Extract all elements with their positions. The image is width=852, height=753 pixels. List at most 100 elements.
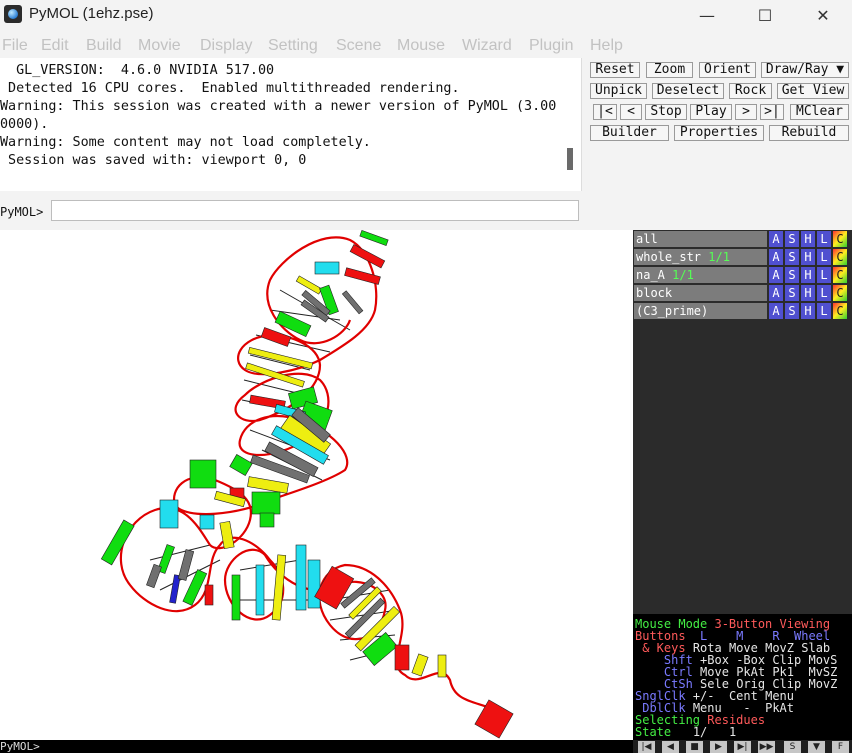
object-row-na-a[interactable]: na_A 1/1 A S H L C: [634, 267, 852, 283]
prev-frame-button[interactable]: <: [620, 104, 642, 120]
maximize-button[interactable]: ☐: [736, 0, 794, 30]
pymol-app-icon: [4, 5, 22, 23]
menu-display[interactable]: Display: [200, 37, 252, 55]
menu-scene[interactable]: Scene: [336, 37, 381, 55]
unpick-button[interactable]: Unpick: [590, 83, 647, 99]
label-button[interactable]: L: [816, 231, 831, 247]
action-button[interactable]: A: [768, 267, 783, 283]
rebuild-button[interactable]: Rebuild: [769, 125, 849, 141]
mouse-mode-panel[interactable]: Mouse Mode 3-Button Viewing Buttons L M …: [633, 614, 852, 740]
action-button[interactable]: A: [768, 231, 783, 247]
bottom-prompt-label: PyMOL>: [0, 740, 40, 753]
fast-forward-button[interactable]: ▶▶: [758, 741, 775, 753]
command-prompt-label: PyMOL>: [0, 205, 44, 219]
hide-button[interactable]: H: [800, 267, 815, 283]
first-frame-button[interactable]: |<: [593, 104, 617, 120]
object-name[interactable]: block: [634, 285, 767, 301]
properties-button[interactable]: Properties: [674, 125, 764, 141]
orient-button[interactable]: Orient: [699, 62, 756, 78]
bottom-command-bar[interactable]: [0, 740, 633, 753]
molecule-viewport[interactable]: [0, 230, 633, 740]
binding: PkAt: [765, 701, 795, 715]
sequence-button[interactable]: S: [784, 741, 801, 753]
object-name[interactable]: na_A 1/1: [634, 267, 767, 283]
command-input[interactable]: [51, 200, 579, 221]
rewind-button[interactable]: |◀: [638, 741, 655, 753]
menu-build[interactable]: Build: [86, 37, 122, 55]
color-button[interactable]: C: [832, 249, 847, 265]
console-line: Detected 16 CPU cores. Enabled multithre…: [0, 81, 460, 96]
deselect-button[interactable]: Deselect: [652, 83, 724, 99]
menu-mouse[interactable]: Mouse: [397, 37, 445, 55]
play-movie-button[interactable]: ▶: [710, 741, 727, 753]
step-forward-button[interactable]: ▶|: [734, 741, 751, 753]
color-button[interactable]: C: [832, 303, 847, 319]
play-button[interactable]: Play: [690, 104, 732, 120]
object-row-whole-str[interactable]: whole_str 1/1 A S H L C: [634, 249, 852, 265]
menu-plugin[interactable]: Plugin: [529, 37, 573, 55]
object-row-block[interactable]: block A S H L C: [634, 285, 852, 301]
object-name[interactable]: (C3_prime): [634, 303, 767, 319]
hide-button[interactable]: H: [800, 249, 815, 265]
show-button[interactable]: S: [784, 267, 799, 283]
builder-button[interactable]: Builder: [590, 125, 669, 141]
menu-bar: File Edit Build Movie Display Setting Sc…: [0, 32, 852, 58]
get-view-button[interactable]: Get View: [777, 83, 849, 99]
menu-help[interactable]: Help: [590, 37, 623, 55]
hide-button[interactable]: H: [800, 285, 815, 301]
color-button[interactable]: C: [832, 285, 847, 301]
zoom-button[interactable]: Zoom: [646, 62, 693, 78]
fullscreen-button[interactable]: F: [832, 741, 849, 753]
console-line: Warning: This session was created with a…: [0, 99, 557, 114]
stop-movie-button[interactable]: ■: [686, 741, 703, 753]
menu-movie[interactable]: Movie: [138, 37, 181, 55]
menu-file[interactable]: File: [2, 37, 28, 55]
mclear-button[interactable]: MClear: [790, 104, 849, 120]
title-bar: PyMOL (1ehz.pse) — ☐ ✕: [0, 0, 852, 30]
window-title: PyMOL (1ehz.pse): [29, 5, 154, 22]
show-button[interactable]: S: [784, 231, 799, 247]
show-button[interactable]: S: [784, 303, 799, 319]
label-button[interactable]: L: [816, 249, 831, 265]
console-line: Session was saved with: viewport 0, 0: [0, 153, 307, 168]
menu-setting[interactable]: Setting: [268, 37, 318, 55]
state-line: State 1/ 1: [635, 726, 736, 738]
binding: MovZ: [808, 677, 838, 691]
action-button[interactable]: A: [768, 303, 783, 319]
object-name[interactable]: whole_str 1/1: [634, 249, 767, 265]
menu-edit[interactable]: Edit: [41, 37, 69, 55]
console-scrollbar-thumb[interactable]: [567, 148, 573, 170]
state-total: 1: [728, 725, 737, 739]
action-button[interactable]: A: [768, 285, 783, 301]
label-button[interactable]: L: [816, 285, 831, 301]
state-value: 1/: [692, 725, 708, 739]
rock-button[interactable]: Rock: [729, 83, 772, 99]
stop-button[interactable]: Stop: [645, 104, 687, 120]
show-button[interactable]: S: [784, 249, 799, 265]
draw-ray-button[interactable]: Draw/Ray ▼: [761, 62, 849, 78]
show-button[interactable]: S: [784, 285, 799, 301]
label-button[interactable]: L: [816, 267, 831, 283]
minimize-button[interactable]: —: [678, 0, 736, 30]
state-label: State: [635, 725, 672, 739]
hide-button[interactable]: H: [800, 231, 815, 247]
object-row-all[interactable]: all A S H L C: [634, 231, 852, 247]
object-row-c3-prime[interactable]: (C3_prime) A S H L C: [634, 303, 852, 319]
menu-wizard[interactable]: Wizard: [462, 37, 512, 55]
label-button[interactable]: L: [816, 303, 831, 319]
scene-menu-button[interactable]: ▼: [808, 741, 825, 753]
last-frame-button[interactable]: >|: [760, 104, 784, 120]
action-button[interactable]: A: [768, 249, 783, 265]
step-back-button[interactable]: ◀: [662, 741, 679, 753]
console-line: 0000).: [0, 117, 49, 132]
color-button[interactable]: C: [832, 231, 847, 247]
console-output[interactable]: GL_VERSION: 4.6.0 NVIDIA 517.00 Detected…: [0, 58, 582, 191]
next-frame-button[interactable]: >: [735, 104, 757, 120]
hide-button[interactable]: H: [800, 303, 815, 319]
object-name[interactable]: all: [634, 231, 767, 247]
reset-button[interactable]: Reset: [590, 62, 640, 78]
close-button[interactable]: ✕: [794, 0, 852, 30]
color-button[interactable]: C: [832, 267, 847, 283]
object-list-panel: all A S H L C whole_str 1/1 A S H L C na…: [633, 230, 852, 614]
rna-structure-render: [100, 230, 514, 739]
